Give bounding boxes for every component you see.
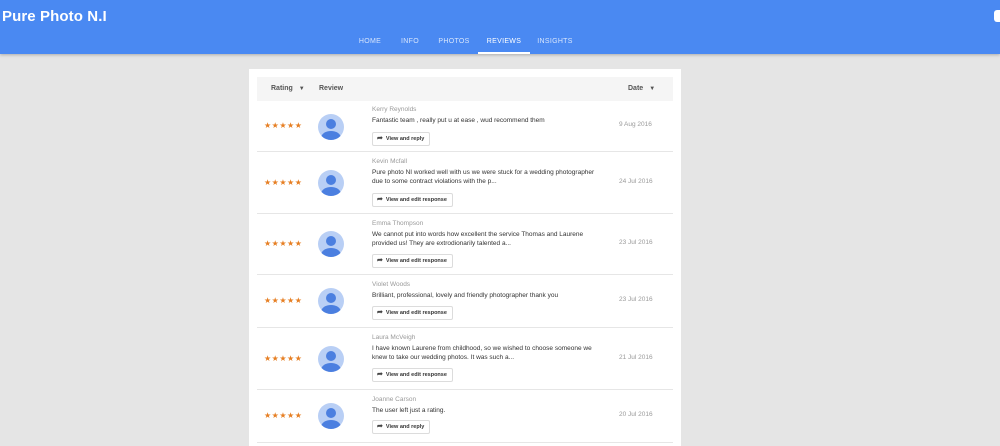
view-and-edit-response-button[interactable]: ➦ View and edit response <box>372 254 453 268</box>
review-date: 9 Aug 2016 <box>619 121 652 128</box>
reviewer-name: Violet Woods <box>372 281 411 288</box>
review-date: 21 Jul 2016 <box>619 354 653 361</box>
review-date: 20 Jul 2016 <box>619 411 653 418</box>
avatar <box>318 170 344 196</box>
table-row[interactable]: ★★★★★ Joanne Carson The user left just a… <box>257 390 673 443</box>
reviewer-name: Kevin Mcfall <box>372 158 408 165</box>
review-text: Pure photo NI worked well with us we wer… <box>372 169 595 185</box>
page-title: Pure Photo N.I <box>2 8 107 25</box>
reply-arrow-icon: ➦ <box>377 257 383 264</box>
star-rating: ★★★★★ <box>264 121 303 130</box>
table-row[interactable]: ★★★★★ Kerry Reynolds Fantastic team , re… <box>257 101 673 152</box>
review-date: 24 Jul 2016 <box>619 178 653 185</box>
view-and-edit-response-button[interactable]: ➦ View and edit response <box>372 193 453 207</box>
star-rating: ★★★★★ <box>264 239 303 248</box>
avatar <box>318 231 344 257</box>
button-label: View and reply <box>385 136 425 142</box>
button-label: View and edit response <box>385 372 447 378</box>
view-and-reply-button[interactable]: ➦ View and reply <box>372 132 431 146</box>
avatar <box>318 346 344 372</box>
top-app-bar: Pure Photo N.I HOME INFO PHOTOS REVIEWS … <box>0 0 1000 54</box>
star-rating: ★★★★★ <box>264 296 303 305</box>
table-row[interactable]: ★★★★★ Emma Thompson We cannot put into w… <box>257 214 673 275</box>
review-text: The user left just a rating. <box>372 407 446 414</box>
reviewer-name: Kerry Reynolds <box>372 106 417 113</box>
star-rating: ★★★★★ <box>264 411 303 420</box>
date-column-header[interactable]: Date ▼ <box>628 77 655 101</box>
avatar <box>318 114 344 140</box>
review-text: Fantastic team , really put u at ease , … <box>372 117 545 124</box>
reviewer-name: Joanne Carson <box>372 396 417 403</box>
view-and-edit-response-button[interactable]: ➦ View and edit response <box>372 306 453 320</box>
table-row[interactable]: ★★★★★ Kevin Mcfall Pure photo NI worked … <box>257 152 673 214</box>
review-date: 23 Jul 2016 <box>619 296 653 303</box>
reply-arrow-icon: ➦ <box>377 371 383 378</box>
button-label: View and edit response <box>385 310 447 316</box>
button-label: View and reply <box>385 424 425 430</box>
reply-arrow-icon: ➦ <box>377 196 383 203</box>
button-label: View and edit response <box>385 258 447 264</box>
reviewer-name: Emma Thompson <box>372 220 424 227</box>
star-rating: ★★★★★ <box>264 178 303 187</box>
review-text: I have known Laurene from childhood, so … <box>372 345 592 361</box>
reply-arrow-icon: ➦ <box>377 135 383 142</box>
review-text: We cannot put into words how excellent t… <box>372 231 584 247</box>
tab-reviews[interactable]: REVIEWS <box>478 30 530 54</box>
tab-insights[interactable]: INSIGHTS <box>533 30 577 54</box>
reviews-card: Rating ▼ Review Date ▼ ★★★★★ Kerry Reynold… <box>249 69 681 446</box>
rating-header-label: Rating <box>271 85 293 92</box>
view-and-reply-button[interactable]: ➦ View and reply <box>372 420 431 434</box>
reply-arrow-icon: ➦ <box>377 309 383 316</box>
caret-down-icon: ▼ <box>649 86 656 92</box>
view-and-edit-response-button[interactable]: ➦ View and edit response <box>372 368 453 382</box>
nav-tabs: HOME INFO PHOTOS REVIEWS INSIGHTS <box>0 30 1000 54</box>
table-row[interactable]: ★★★★★ Laura McVeigh I have known Laurene… <box>257 328 673 390</box>
avatar <box>318 403 344 429</box>
date-header-label: Date <box>628 85 644 92</box>
tab-photos[interactable]: PHOTOS <box>432 30 476 54</box>
rating-column-header[interactable]: Rating ▼ <box>271 77 305 101</box>
review-column-header: Review <box>319 85 344 92</box>
avatar <box>318 288 344 314</box>
shield-icon[interactable] <box>994 10 1000 22</box>
review-date: 23 Jul 2016 <box>619 239 653 246</box>
button-label: View and edit response <box>385 197 447 203</box>
review-text: Brilliant, professional, lovely and frie… <box>372 292 559 299</box>
caret-down-icon: ▼ <box>298 86 305 92</box>
reply-arrow-icon: ➦ <box>377 423 383 430</box>
table-header: Rating ▼ Review Date ▼ <box>257 77 673 101</box>
star-rating: ★★★★★ <box>264 354 303 363</box>
reviewer-name: Laura McVeigh <box>372 334 416 341</box>
tab-info[interactable]: INFO <box>394 30 426 54</box>
table-row[interactable]: ★★★★★ Violet Woods Brilliant, profession… <box>257 275 673 328</box>
tab-home[interactable]: HOME <box>352 30 388 54</box>
